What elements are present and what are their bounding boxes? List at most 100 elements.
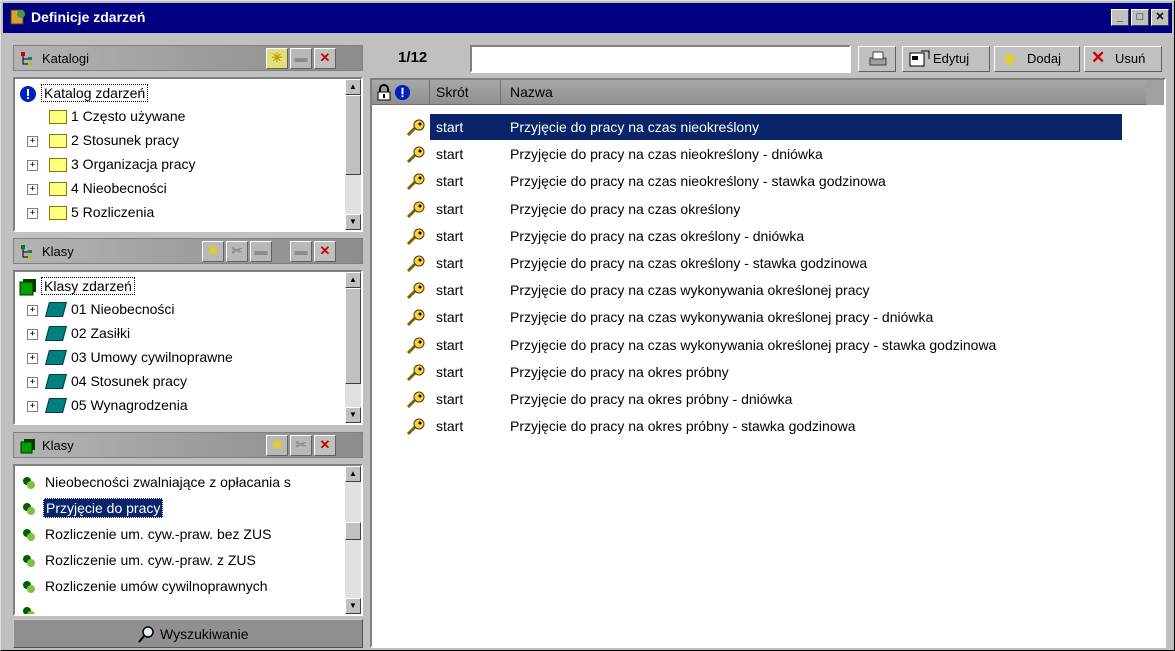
class-item-label: 05 Wynagrodzenia: [71, 397, 188, 413]
class-dot-icon: [23, 503, 35, 515]
edit-button[interactable]: Edytuj: [902, 46, 990, 72]
delete-catalog-button[interactable]: ✕: [314, 48, 336, 69]
class-list-label: Nieobecności zwalniające z opłacania s: [45, 474, 291, 490]
scroll-up-icon[interactable]: ▲: [345, 272, 361, 288]
app-icon: [10, 9, 25, 25]
event-key-icon: [406, 119, 425, 137]
expand-icon[interactable]: +: [27, 208, 38, 219]
column-nazwa[interactable]: Nazwa: [510, 84, 553, 100]
printer-icon: [869, 51, 887, 66]
add-icon: ✳: [271, 437, 283, 452]
scissors-icon: ✂: [295, 437, 307, 452]
maximize-button[interactable]: □: [1131, 9, 1149, 26]
expand-icon[interactable]: +: [27, 305, 38, 316]
search-input[interactable]: [470, 45, 851, 73]
catalogs-header: Katalogi ✳ ▬ ✕: [13, 45, 363, 71]
table-body: start Przyjęcie do pracy na czas nieokreś…: [372, 114, 1164, 444]
print-button[interactable]: [858, 46, 896, 72]
add-button[interactable]: ✳ Dodaj: [994, 46, 1080, 72]
cell-skrot: start: [436, 309, 464, 326]
classes-tree[interactable]: Klasy zdarzeń + 01 Nieobecności + 02 Zas…: [13, 270, 363, 425]
priority-icon[interactable]: [394, 84, 411, 101]
table-row[interactable]: start Przyjęcie do pracy na czas wykonywa…: [372, 304, 1122, 330]
lock-icon[interactable]: [376, 84, 392, 101]
class-dot-icon: [23, 529, 35, 541]
add-catalog-button[interactable]: ✳: [266, 48, 288, 69]
classes-list-scrollbar[interactable]: ▲ ▼: [345, 466, 361, 614]
scroll-thumb[interactable]: [345, 95, 361, 175]
table-row[interactable]: start Przyjęcie do pracy na okres próbny …: [372, 413, 1122, 439]
cell-skrot: start: [436, 418, 464, 435]
scroll-up-icon[interactable]: ▲: [345, 79, 361, 95]
class-item-label: 04 Stosunek pracy: [71, 373, 187, 389]
scroll-thumb[interactable]: [345, 522, 361, 540]
folder-icon: ▬: [294, 50, 308, 65]
table-row[interactable]: start Przyjęcie do pracy na czas określon…: [372, 196, 1122, 222]
close-window-button[interactable]: ✕: [1151, 9, 1169, 26]
tree-icon: [21, 52, 32, 65]
folder-class-button[interactable]: ▬: [250, 241, 272, 262]
scroll-down-icon[interactable]: ▼: [345, 214, 361, 230]
events-table[interactable]: Skrót Nazwa start Przyjęcie do pracy na c…: [370, 78, 1166, 648]
book-icon: [44, 374, 68, 389]
catalog-item-label: 2 Stosunek pracy: [71, 132, 180, 148]
table-row[interactable]: start Przyjęcie do pracy na czas nieokreś…: [372, 141, 1122, 167]
column-skrot[interactable]: Skrót: [436, 84, 469, 100]
class-list-label: Rozliczenie um. cyw.-praw. bez ZUS: [45, 526, 272, 542]
edit-catalog-button[interactable]: ▬: [290, 48, 312, 69]
table-row[interactable]: start Przyjęcie do pracy na okres próbny …: [372, 386, 1122, 412]
catalogs-scrollbar[interactable]: ▲ ▼: [345, 79, 361, 230]
table-row[interactable]: start Przyjęcie do pracy na czas nieokreś…: [372, 168, 1122, 194]
title-bar[interactable]: Definicje zdarzeń _ □ ✕: [3, 3, 1172, 33]
table-row[interactable]: start Przyjęcie do pracy na czas wykonywa…: [372, 332, 1122, 358]
scroll-up-icon[interactable]: ▲: [345, 466, 361, 482]
folder-icon: [49, 182, 67, 196]
delete-button[interactable]: ✕ Usuń: [1084, 46, 1162, 72]
classes-icon: [19, 279, 36, 296]
event-key-icon: [406, 255, 425, 273]
expand-icon[interactable]: +: [27, 160, 38, 171]
cell-nazwa: Przyjęcie do pracy na okres próbny: [510, 363, 729, 380]
cell-nazwa: Przyjęcie do pracy na okres próbny - sta…: [510, 418, 856, 435]
expand-icon[interactable]: +: [27, 184, 38, 195]
delete-icon: ✕: [1091, 48, 1106, 67]
cell-skrot: start: [436, 146, 464, 163]
table-row[interactable]: start Przyjęcie do pracy na czas nieokreś…: [406, 114, 1122, 140]
cut-class-button[interactable]: ✂: [226, 241, 248, 262]
scroll-down-icon[interactable]: ▼: [345, 407, 361, 423]
expand-icon[interactable]: +: [27, 329, 38, 340]
class-item-label: 03 Umowy cywilnoprawne: [71, 349, 233, 365]
book-icon: [44, 398, 68, 413]
table-row[interactable]: start Przyjęcie do pracy na okres próbny: [372, 359, 1122, 385]
search-button[interactable]: Wyszukiwanie: [13, 619, 363, 648]
classes-tree-header: Klasy ✳ ✂ ▬ ▬ ✕: [13, 238, 363, 264]
event-key-icon: [406, 201, 425, 218]
table-row[interactable]: start Przyjęcie do pracy na czas określon…: [372, 223, 1122, 249]
scroll-down-icon[interactable]: ▼: [345, 598, 361, 614]
table-row[interactable]: start Przyjęcie do pracy na czas wykonywa…: [372, 277, 1122, 303]
edit-class-button[interactable]: ▬: [290, 241, 312, 262]
delete-class-list-button[interactable]: ✕: [314, 435, 336, 456]
expand-icon[interactable]: +: [27, 136, 38, 147]
folder-icon: [49, 206, 67, 220]
classes-tree-title: Klasy: [42, 244, 74, 259]
tree-icon: [21, 245, 32, 258]
catalogs-tree[interactable]: Katalog zdarzeń 1 Często używane + 2 Sto…: [13, 77, 363, 232]
classes-tree-scrollbar[interactable]: ▲ ▼: [345, 272, 361, 423]
delete-class-button[interactable]: ✕: [314, 241, 336, 262]
event-key-icon: [406, 391, 425, 409]
cell-nazwa: Przyjęcie do pracy na czas określony - d…: [510, 227, 805, 244]
catalog-root-label: Katalog zdarzeń: [41, 84, 149, 102]
expand-icon[interactable]: +: [27, 353, 38, 364]
folder-icon: [49, 158, 67, 172]
cut-class-list-button[interactable]: ✂: [290, 435, 312, 456]
classes-list[interactable]: Nieobecności zwalniające z opłacania s P…: [13, 464, 363, 616]
classes-list-header: Klasy ✳ ✂ ✕: [13, 432, 363, 458]
add-class-button[interactable]: ✳: [202, 241, 224, 262]
table-row[interactable]: start Przyjęcie do pracy na czas określon…: [372, 250, 1122, 276]
scroll-thumb[interactable]: [345, 288, 361, 384]
expand-icon[interactable]: +: [27, 401, 38, 412]
add-class-list-button[interactable]: ✳: [266, 435, 288, 456]
expand-icon[interactable]: +: [27, 377, 38, 388]
minimize-button[interactable]: _: [1111, 9, 1129, 26]
